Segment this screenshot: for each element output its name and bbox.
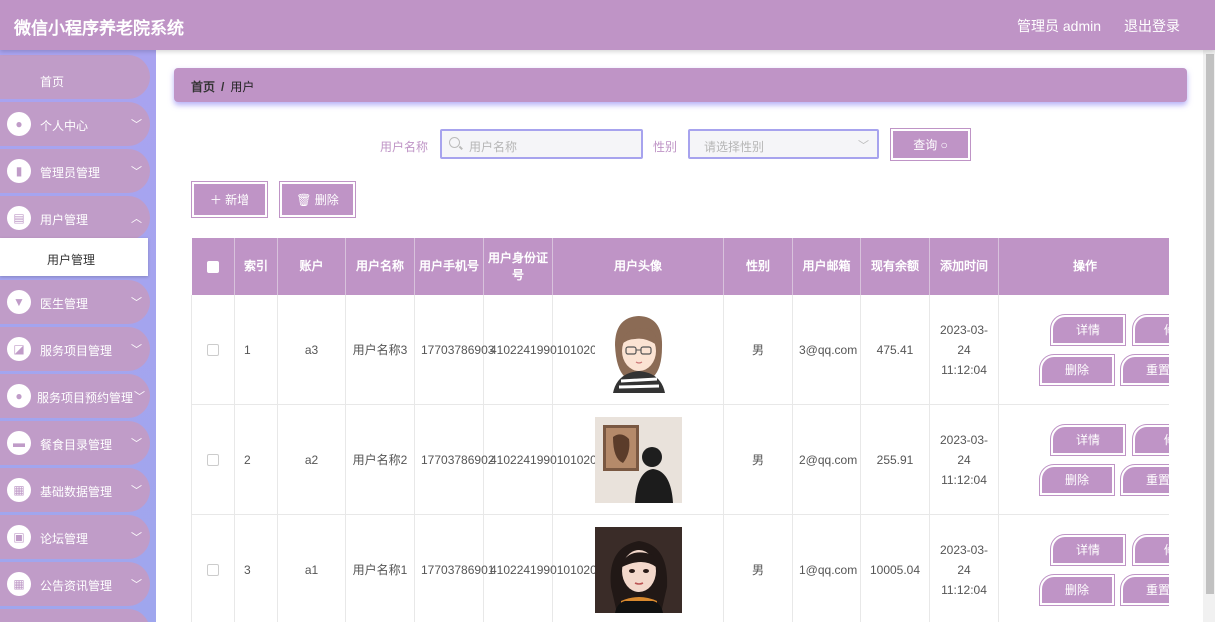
cell-email: 2@qq.com bbox=[792, 404, 861, 515]
delete-button[interactable]: 删除 bbox=[1039, 354, 1115, 386]
app-title: 微信小程序养老院系统 bbox=[14, 19, 184, 38]
header-cell: 用户名称 bbox=[345, 238, 415, 295]
table-header-row: 索引 账户 用户名称 用户手机号 用户身份证号 用户头像 性别 用户邮箱 现有余… bbox=[191, 238, 1169, 295]
avatar bbox=[594, 306, 682, 393]
top-header: 微信小程序养老院系统 管理员 admin 退出登录 bbox=[0, 0, 1215, 50]
cell-email: 1@qq.com bbox=[792, 514, 861, 622]
cell-time: 2023-03-24 11:12:04 bbox=[929, 295, 999, 405]
detail-button[interactable]: 详情 bbox=[1050, 534, 1126, 566]
cell-id-card: 410224199010102001 bbox=[483, 514, 610, 622]
cell-balance: 475.41 bbox=[860, 295, 930, 405]
table-row: 1 a3 用户名称3 17703786903 41022419901010200… bbox=[191, 295, 1169, 405]
cell-phone: 17703786903 bbox=[414, 295, 494, 405]
table-row: 3 a1 用户名称1 17703786901 41022419901010200… bbox=[191, 514, 1169, 622]
header-cell: 账户 bbox=[277, 238, 346, 295]
detail-button[interactable]: 详情 bbox=[1050, 314, 1126, 346]
cell-name: 用户名称3 bbox=[345, 295, 415, 405]
cell-phone: 17703786901 bbox=[414, 514, 494, 622]
cell-time: 2023-03-24 11:12:04 bbox=[929, 404, 999, 515]
cell-account: a2 bbox=[277, 404, 346, 515]
cell-gender: 男 bbox=[723, 514, 793, 622]
cell-balance: 10005.04 bbox=[860, 514, 930, 622]
cell-name: 用户名称2 bbox=[345, 404, 415, 515]
cell-gender: 男 bbox=[723, 295, 793, 405]
cell-name: 用户名称1 bbox=[345, 514, 415, 622]
avatar bbox=[594, 416, 682, 503]
row-checkbox[interactable] bbox=[207, 564, 219, 577]
cell-index: 3 bbox=[234, 514, 278, 622]
edit-button[interactable]: 修 bbox=[1132, 424, 1169, 456]
avatar bbox=[594, 526, 682, 613]
cell-id-card: 410224199010102003 bbox=[483, 295, 610, 405]
cell-ops: 详情 修 删除 重置 bbox=[998, 295, 1169, 405]
cell-gender: 男 bbox=[723, 404, 793, 515]
cell-phone: 17703786902 bbox=[414, 404, 494, 515]
cell-id-card: 410224199010102002 bbox=[483, 404, 610, 515]
header-cell: 性别 bbox=[723, 238, 793, 295]
edit-button[interactable]: 修 bbox=[1132, 314, 1169, 346]
table-clip: 索引 账户 用户名称 用户手机号 用户身份证号 用户头像 性别 用户邮箱 现有余… bbox=[0, 0, 1169, 622]
delete-button[interactable]: 删除 bbox=[1039, 574, 1115, 606]
scrollbar-thumb[interactable] bbox=[1206, 54, 1214, 594]
header-cell: 用户头像 bbox=[552, 238, 724, 295]
header-cell: 添加时间 bbox=[929, 238, 999, 295]
cell-ops: 详情 修 删除 重置 bbox=[998, 404, 1169, 515]
cell-time: 2023-03-24 11:12:04 bbox=[929, 514, 999, 622]
reset-button[interactable]: 重置 bbox=[1120, 354, 1169, 386]
table-row: 2 a2 用户名称2 17703786902 41022419901010200… bbox=[191, 404, 1169, 515]
cell-email: 3@qq.com bbox=[792, 295, 861, 405]
header-cell: 用户邮箱 bbox=[792, 238, 861, 295]
logout-link[interactable]: 退出登录 bbox=[1124, 16, 1180, 36]
delete-button[interactable]: 删除 bbox=[1039, 464, 1115, 496]
detail-button[interactable]: 详情 bbox=[1050, 424, 1126, 456]
select-all-checkbox[interactable] bbox=[206, 260, 219, 273]
row-checkbox[interactable] bbox=[207, 454, 219, 467]
header-cell: 操作 bbox=[998, 238, 1169, 295]
header-cell: 索引 bbox=[234, 238, 278, 295]
cell-balance: 255.91 bbox=[860, 404, 930, 515]
cell-account: a1 bbox=[277, 514, 346, 622]
header-cell: 用户手机号 bbox=[414, 238, 484, 295]
header-cell: 用户身份证号 bbox=[483, 238, 553, 295]
header-select-all[interactable] bbox=[191, 238, 235, 295]
cell-account: a3 bbox=[277, 295, 346, 405]
cell-index: 2 bbox=[234, 404, 278, 515]
reset-button[interactable]: 重置 bbox=[1120, 464, 1169, 496]
admin-user-label: 管理员 admin bbox=[1017, 18, 1102, 34]
cell-index: 1 bbox=[234, 295, 278, 405]
edit-button[interactable]: 修 bbox=[1132, 534, 1169, 566]
user-table: 索引 账户 用户名称 用户手机号 用户身份证号 用户头像 性别 用户邮箱 现有余… bbox=[191, 238, 1169, 622]
header-cell: 现有余额 bbox=[860, 238, 930, 295]
cell-ops: 详情 修 删除 重置 bbox=[998, 514, 1169, 622]
row-checkbox[interactable] bbox=[207, 344, 219, 357]
reset-button[interactable]: 重置 bbox=[1120, 574, 1169, 606]
